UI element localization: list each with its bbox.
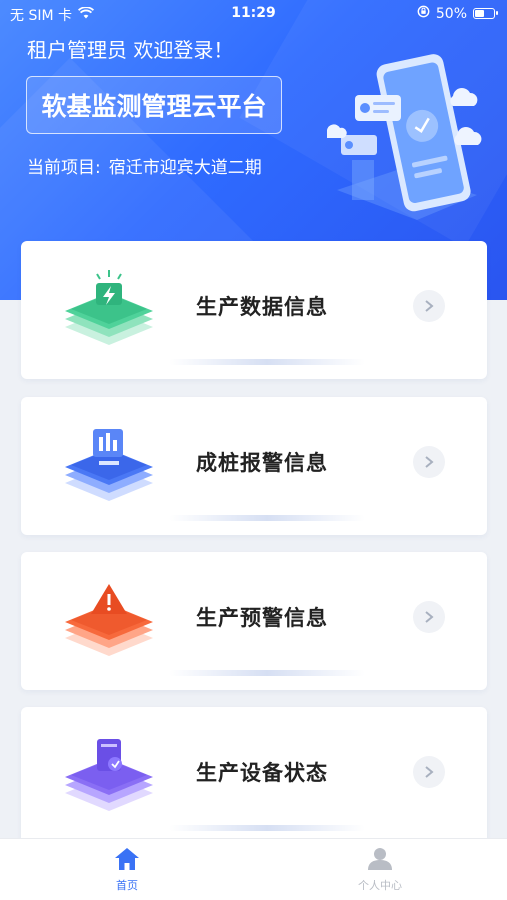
card-device-status[interactable]: 生产设备状态 bbox=[21, 707, 487, 845]
tab-profile-label: 个人中心 bbox=[358, 879, 402, 892]
greeting-text: 租户管理员 欢迎登录！ bbox=[27, 38, 234, 62]
tab-home[interactable]: 首页 bbox=[67, 847, 187, 893]
app-screen: 无 SIM 卡 11:29 50% 租户管理员 欢迎登录！ 软基监测管理云平台 … bbox=[0, 0, 507, 900]
card-production-data[interactable]: 生产数据信息 bbox=[21, 241, 487, 379]
project-label: 当前项目: bbox=[27, 158, 101, 178]
bottom-tab-bar: 首页 个人中心 bbox=[0, 838, 507, 900]
tab-profile[interactable]: 个人中心 bbox=[320, 847, 440, 893]
card-label: 生产数据信息 bbox=[196, 295, 328, 319]
chevron-right-icon[interactable] bbox=[413, 756, 445, 788]
platform-title-text: 软基监测管理云平台 bbox=[41, 92, 267, 121]
chevron-right-icon[interactable] bbox=[413, 446, 445, 478]
home-icon bbox=[114, 848, 140, 875]
card-shadow-line bbox=[169, 515, 365, 521]
card-pile-alarm[interactable]: 成桩报警信息 bbox=[21, 397, 487, 535]
status-bar: 无 SIM 卡 11:29 50% bbox=[0, 0, 507, 28]
battery-icon bbox=[473, 8, 498, 19]
status-right: 50% bbox=[417, 5, 498, 22]
card-shadow-line bbox=[169, 359, 365, 365]
chevron-right-icon[interactable] bbox=[413, 290, 445, 322]
user-icon bbox=[367, 848, 393, 875]
project-name: 宿迁市迎宾大道二期 bbox=[108, 158, 262, 178]
current-project[interactable]: 当前项目: 宿迁市迎宾大道二期 bbox=[27, 153, 262, 178]
purple-device-platform-icon bbox=[59, 731, 159, 823]
orange-warning-platform-icon bbox=[59, 576, 159, 668]
card-production-warning[interactable]: 生产预警信息 bbox=[21, 552, 487, 690]
card-shadow-line bbox=[169, 825, 365, 831]
card-label: 成桩报警信息 bbox=[196, 451, 328, 475]
blue-chart-platform-icon bbox=[59, 421, 159, 513]
orientation-lock-icon bbox=[417, 5, 430, 22]
tab-home-label: 首页 bbox=[116, 879, 138, 892]
platform-title: 软基监测管理云平台 bbox=[26, 76, 282, 134]
green-lightning-platform-icon bbox=[59, 265, 159, 357]
card-label: 生产设备状态 bbox=[196, 761, 328, 785]
card-shadow-line bbox=[169, 670, 365, 676]
card-label: 生产预警信息 bbox=[196, 606, 328, 630]
phone-illustration bbox=[325, 40, 487, 230]
battery-percent: 50% bbox=[435, 5, 467, 22]
chevron-right-icon[interactable] bbox=[413, 601, 445, 633]
